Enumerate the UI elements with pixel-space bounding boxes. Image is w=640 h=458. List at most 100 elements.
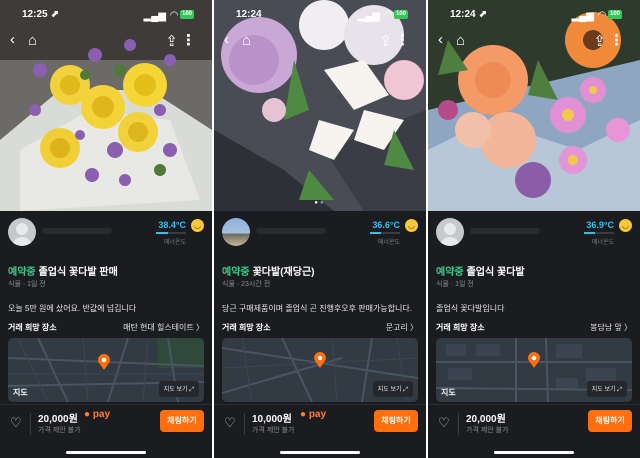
product-photo[interactable]: 12:24 ▂▄▆ ◠ 100 ‹ ⌂ ⇪ ⋮ ●● bbox=[214, 0, 426, 211]
chat-button[interactable]: 채팅하기 bbox=[160, 410, 204, 432]
temperature-bar-fill bbox=[370, 232, 381, 234]
seller-nickname-placeholder bbox=[470, 228, 540, 234]
pay-label: pay bbox=[308, 409, 327, 420]
seller-profile[interactable]: 38.4°C 매너온도 ◡ bbox=[8, 218, 204, 248]
post-title-text: 졸업식 꽃다발 판매 bbox=[38, 267, 118, 278]
post-category[interactable]: 식물 · 23시간 전 bbox=[222, 279, 270, 289]
back-icon[interactable]: ‹ bbox=[438, 31, 443, 48]
post-title: 예약중 꽃다발(재당근) bbox=[222, 263, 314, 278]
listing-panel-1: 12:25 ⬈ ▂▄▆ ◠ 100 ‹ ⌂ ⇪ ⋮ 38.4°C 매너온도 ◡ … bbox=[0, 0, 212, 458]
negotiation-status: 가격 제안 불가 bbox=[466, 427, 509, 434]
negotiation-status: 가격 제안 불가 bbox=[252, 427, 295, 434]
location-map[interactable]: 지도 지도 보기 ⤢ bbox=[436, 338, 632, 402]
post-title: 예약중 졸업식 꽃다발 판매 bbox=[8, 263, 118, 278]
divider bbox=[244, 413, 245, 435]
avatar bbox=[8, 218, 36, 246]
manner-temperature: 36.6°C bbox=[372, 220, 400, 230]
manner-label: 매너온도 bbox=[377, 240, 400, 246]
view-map-button[interactable]: 지도 보기 ⤢ bbox=[158, 381, 199, 397]
home-indicator bbox=[494, 451, 574, 454]
pay-badge: ● pay bbox=[84, 409, 111, 420]
more-icon[interactable]: ⋮ bbox=[609, 31, 624, 49]
reserved-badge: 예약중 bbox=[436, 267, 464, 278]
map-pin-icon bbox=[528, 352, 540, 368]
share-icon[interactable]: ⇪ bbox=[593, 32, 606, 50]
home-indicator bbox=[66, 451, 146, 454]
top-nav: ‹ ⌂ ⇪ ⋮ bbox=[428, 31, 640, 52]
view-map-button[interactable]: 지도 보기 ⤢ bbox=[586, 381, 627, 397]
battery-icon: 100 bbox=[608, 10, 622, 19]
back-icon[interactable]: ‹ bbox=[10, 31, 15, 48]
more-icon[interactable]: ⋮ bbox=[395, 31, 410, 49]
temperature-bar-fill bbox=[156, 232, 168, 234]
seller-profile[interactable]: 36.6°C 매너온도 ◡ bbox=[222, 218, 418, 248]
divider bbox=[458, 413, 459, 435]
battery-icon: 100 bbox=[180, 10, 194, 19]
reserved-badge: 예약중 bbox=[222, 267, 250, 278]
location-map[interactable]: 지도 보기 ⤢ bbox=[222, 338, 418, 402]
price: 10,000원 bbox=[252, 414, 292, 425]
status-bar: 12:24 ▂▄▆ ◠ 100 bbox=[214, 9, 426, 23]
home-icon[interactable]: ⌂ bbox=[242, 32, 251, 49]
place-header[interactable]: 거래 희망 장소 문고리 〉 bbox=[222, 322, 418, 333]
home-icon[interactable]: ⌂ bbox=[456, 32, 465, 49]
wifi-icon: ◠ bbox=[170, 10, 178, 21]
top-nav: ‹ ⌂ ⇪ ⋮ bbox=[214, 31, 426, 52]
map-provider-logo: 지도 bbox=[13, 388, 28, 397]
place-value[interactable]: 봉담남 앞 〉 bbox=[590, 322, 632, 333]
map-provider-logo: 지도 bbox=[441, 388, 456, 397]
reserved-badge: 예약중 bbox=[8, 267, 36, 278]
product-photo[interactable]: 12:24 ⬈ ▂▄▆ ◠ 100 ‹ ⌂ ⇪ ⋮ bbox=[428, 0, 640, 211]
more-icon[interactable]: ⋮ bbox=[181, 31, 196, 49]
map-pin-icon bbox=[314, 352, 326, 368]
temperature-bar bbox=[370, 232, 400, 234]
product-photo[interactable]: 12:25 ⬈ ▂▄▆ ◠ 100 ‹ ⌂ ⇪ ⋮ bbox=[0, 0, 212, 211]
post-description: 당근 구매제품이며 졸업식 곤 진행후오후 판매가능합니다. bbox=[222, 304, 412, 313]
post-category[interactable]: 식물 · 1일 전 bbox=[436, 279, 474, 289]
manner-label: 매너온도 bbox=[591, 240, 614, 246]
temperature-bar bbox=[156, 232, 186, 234]
signal-icon: ▂▄▆ bbox=[143, 11, 166, 22]
seller-nickname-placeholder bbox=[42, 228, 112, 234]
negotiation-status: 가격 제안 불가 bbox=[38, 427, 81, 434]
price: 20,000원 bbox=[466, 414, 506, 425]
map-pin-icon bbox=[98, 354, 110, 370]
post-title: 예약중 졸업식 꽃다발 bbox=[436, 263, 525, 278]
place-header[interactable]: 거래 희망 장소 매탄 현대 힐스테이트 〉 bbox=[8, 322, 204, 333]
home-icon[interactable]: ⌂ bbox=[28, 32, 37, 49]
seller-nickname-placeholder bbox=[256, 228, 326, 234]
share-icon[interactable]: ⇪ bbox=[379, 32, 392, 50]
divider bbox=[30, 413, 31, 435]
pay-label: pay bbox=[92, 409, 111, 420]
post-category[interactable]: 식물 · 1일 전 bbox=[8, 279, 46, 289]
share-icon[interactable]: ⇪ bbox=[165, 32, 178, 50]
place-header[interactable]: 거래 희망 장소 봉담남 앞 〉 bbox=[436, 322, 632, 333]
listing-panel-2: 12:24 ▂▄▆ ◠ 100 ‹ ⌂ ⇪ ⋮ ●● 36.6°C 매너온도 ◡… bbox=[214, 0, 426, 458]
place-value[interactable]: 문고리 〉 bbox=[386, 322, 418, 333]
place-label: 거래 희망 장소 bbox=[222, 323, 271, 332]
chat-button[interactable]: 채팅하기 bbox=[374, 410, 418, 432]
place-value[interactable]: 매탄 현대 힐스테이트 〉 bbox=[123, 322, 204, 333]
place-label: 거래 희망 장소 bbox=[8, 323, 57, 332]
back-icon[interactable]: ‹ bbox=[224, 31, 229, 48]
signal-icon: ▂▄▆ bbox=[357, 11, 380, 22]
chat-button[interactable]: 채팅하기 bbox=[588, 410, 632, 432]
location-map[interactable]: 지도 지도 보기 ⤢ bbox=[8, 338, 204, 402]
temperature-bar bbox=[584, 232, 614, 234]
heart-icon[interactable]: ♡ bbox=[10, 415, 22, 431]
manner-label: 매너온도 bbox=[163, 240, 186, 246]
pay-badge: ● pay bbox=[300, 409, 327, 420]
avatar bbox=[222, 218, 250, 246]
manner-temperature: 38.4°C bbox=[158, 220, 186, 230]
status-time: 12:24 bbox=[236, 9, 262, 20]
bottom-bar: ♡ 10,000원 ● pay 가격 제안 불가 채팅하기 bbox=[214, 404, 426, 458]
price: 20,000원 bbox=[38, 414, 78, 425]
status-bar: 12:24 ⬈ ▂▄▆ ◠ 100 bbox=[428, 9, 640, 23]
view-map-button[interactable]: 지도 보기 ⤢ bbox=[372, 381, 413, 397]
heart-icon[interactable]: ♡ bbox=[438, 415, 450, 431]
post-title-text: 졸업식 꽃다발 bbox=[466, 267, 525, 278]
seller-profile[interactable]: 36.9°C 매너온도 ◡ bbox=[436, 218, 632, 248]
top-nav: ‹ ⌂ ⇪ ⋮ bbox=[0, 31, 212, 52]
heart-icon[interactable]: ♡ bbox=[224, 415, 236, 431]
image-page-dots: ●● bbox=[314, 200, 326, 206]
